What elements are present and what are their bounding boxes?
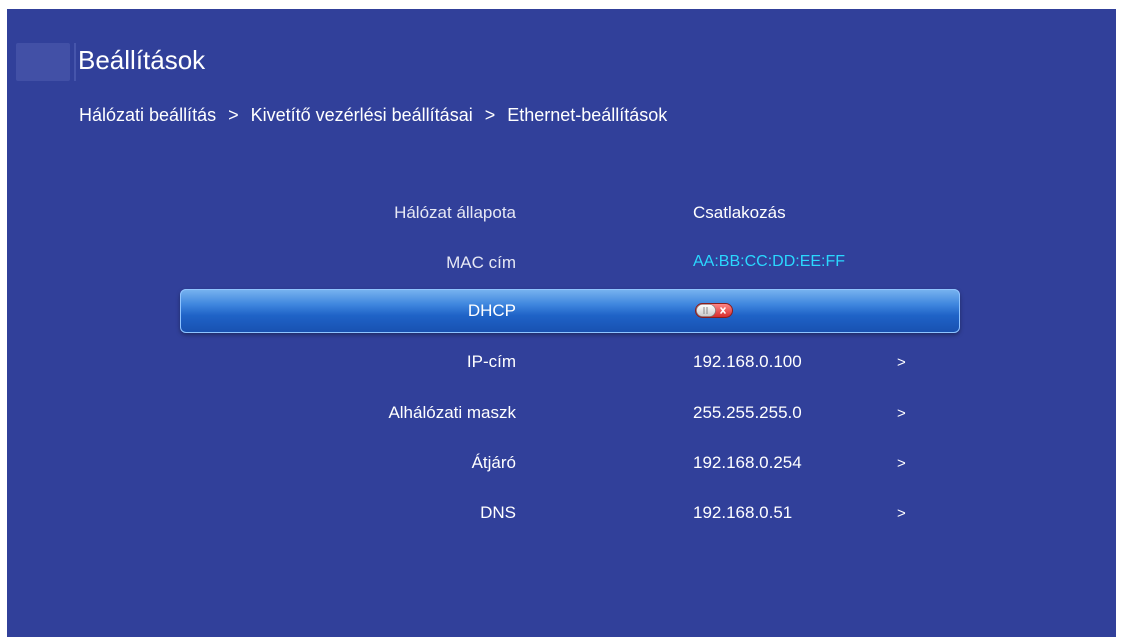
network-status-label: Hálózat állapota bbox=[394, 203, 516, 222]
app-logo bbox=[16, 43, 70, 81]
breadcrumb-separator: > bbox=[228, 105, 239, 125]
subnet-mask-arrow-icon[interactable]: > bbox=[897, 405, 906, 422]
dns-label: DNS bbox=[480, 503, 516, 522]
breadcrumb-item-network[interactable]: Hálózati beállítás bbox=[79, 105, 216, 126]
gateway-value: 192.168.0.254 bbox=[693, 453, 802, 472]
row-network-status: Hálózat állapota Csatlakozás bbox=[7, 193, 1116, 233]
row-dhcp[interactable]: DHCP bbox=[7, 291, 1116, 331]
breadcrumb-item-ethernet: Ethernet-beállítások bbox=[507, 105, 668, 125]
row-mac-address: MAC cím AA:BB:CC:DD:EE:FF bbox=[7, 243, 1116, 283]
network-status-value: Csatlakozás bbox=[693, 203, 786, 222]
mac-address-label: MAC cím bbox=[446, 253, 516, 272]
breadcrumb-separator: > bbox=[484, 105, 496, 125]
breadcrumb: Hálózati beállítás > Kivetítő vezérlési … bbox=[79, 105, 667, 126]
ip-address-label: IP-cím bbox=[466, 352, 516, 371]
dns-value: 192.168.0.51 bbox=[693, 503, 793, 522]
row-ip-address[interactable]: IP-cím 192.168.0.100 > bbox=[7, 342, 1116, 382]
gateway-label: Átjáró bbox=[471, 453, 516, 472]
row-dns[interactable]: DNS 192.168.0.51 > bbox=[7, 493, 1116, 533]
gateway-arrow-icon[interactable]: > bbox=[897, 455, 906, 472]
row-subnet-mask[interactable]: Alhálózati maszk 255.255.255.0 > bbox=[7, 393, 1116, 433]
dhcp-toggle-off-icon[interactable] bbox=[695, 303, 733, 318]
title-divider bbox=[74, 43, 76, 81]
page-title: Beállítások bbox=[78, 45, 206, 75]
settings-screen: Beállítások Hálózati beállítás > Kivetít… bbox=[7, 9, 1116, 637]
subnet-mask-label: Alhálózati maszk bbox=[388, 403, 516, 422]
subnet-mask-value: 255.255.255.0 bbox=[693, 403, 802, 422]
ip-address-arrow-icon[interactable]: > bbox=[897, 354, 906, 371]
mac-address-value: AA:BB:CC:DD:EE:FF bbox=[693, 253, 846, 270]
dhcp-label: DHCP bbox=[467, 301, 516, 320]
dns-arrow-icon[interactable]: > bbox=[897, 505, 906, 522]
breadcrumb-item-projector-control[interactable]: Kivetítő vezérlési beállításai bbox=[251, 105, 473, 126]
row-gateway[interactable]: Átjáró 192.168.0.254 > bbox=[7, 443, 1116, 483]
ip-address-value: 192.168.0.100 bbox=[693, 352, 802, 371]
